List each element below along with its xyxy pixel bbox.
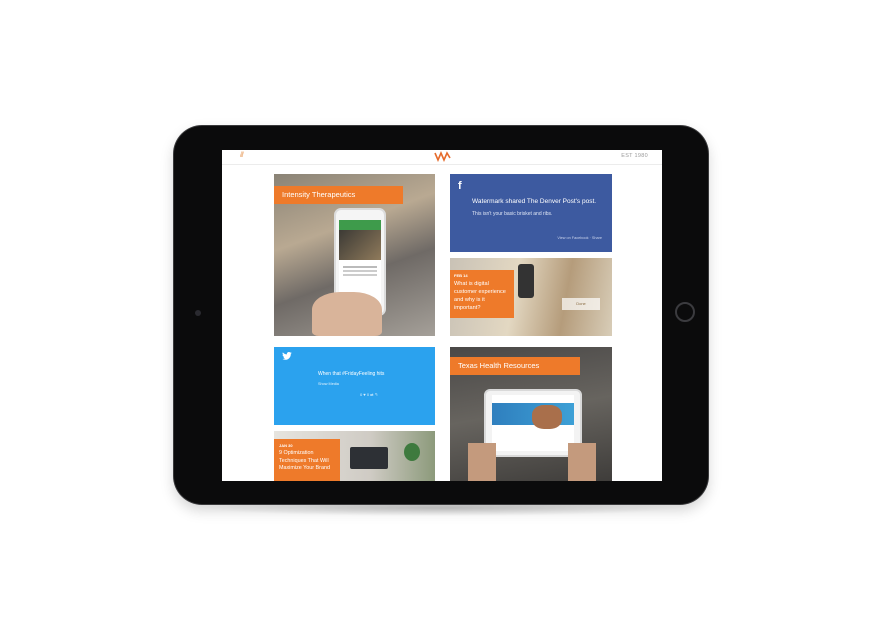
- menu-icon[interactable]: ///: [240, 152, 244, 159]
- home-button[interactable]: [675, 302, 695, 322]
- show-media-link[interactable]: Show Media: [318, 382, 339, 386]
- post-title: 9 Optimization Techniques That Will Maxi…: [279, 450, 330, 471]
- post-date: JAN 30: [279, 443, 293, 448]
- established-year: EST 1980: [621, 153, 648, 159]
- post-date: FEB 14: [454, 273, 468, 278]
- card-tag: Intensity Therapeutics: [274, 186, 403, 204]
- card-tag: Texas Health Resources: [450, 357, 580, 375]
- post-tag: JAN 30 9 Optimization Techniques That Wi…: [274, 439, 340, 481]
- post-subtext: This isn't your basic brisket and ribs.: [472, 211, 553, 217]
- post-footer-links[interactable]: View on Facebook · Share: [557, 236, 602, 240]
- plant-image: [404, 443, 420, 461]
- blog-post-card-jan[interactable]: JAN 30 9 Optimization Techniques That Wi…: [274, 431, 435, 481]
- phone-hero-image: [339, 230, 381, 260]
- texas-health-resources-card[interactable]: Texas Health Resources: [450, 347, 612, 481]
- intensity-therapeutics-card[interactable]: Intensity Therapeutics: [274, 174, 435, 336]
- site-header: /// EST 1980: [222, 150, 662, 165]
- blog-post-card-feb[interactable]: FEB 14 What is digital customer experien…: [450, 258, 612, 336]
- post-title: What is digital customer experience and …: [454, 281, 506, 311]
- phone-text-lines: [343, 266, 377, 268]
- post-headline: Watermark shared The Denver Post's post.: [472, 198, 597, 205]
- twitter-post-card[interactable]: When that #FridayFeeling hits Show Media…: [274, 347, 435, 425]
- tablet-device: /// EST 1980 Intensity Therapeutics f Wa…: [174, 126, 708, 504]
- tweet-stats: 0 ♥ 0 ⇄ ↰: [360, 392, 378, 397]
- hands-image: [468, 443, 596, 481]
- facebook-icon: f: [458, 180, 462, 192]
- camera-icon: [195, 310, 201, 316]
- phone-image: [518, 264, 534, 298]
- post-tag: FEB 14 What is digital customer experien…: [450, 270, 514, 318]
- phone-header: [339, 220, 381, 230]
- done-button[interactable]: Done: [562, 298, 600, 310]
- tablet-screen: /// EST 1980 Intensity Therapeutics f Wa…: [222, 150, 662, 481]
- tweet-text: When that #FridayFeeling hits: [318, 371, 385, 377]
- laptop-image: [350, 447, 388, 469]
- tablet-mockup-banner: [492, 403, 574, 429]
- people-image: [532, 405, 562, 429]
- brand-logo-icon[interactable]: [434, 151, 452, 162]
- facebook-post-card[interactable]: f Watermark shared The Denver Post's pos…: [450, 174, 612, 252]
- hand-image: [312, 292, 382, 336]
- twitter-icon: [282, 352, 292, 360]
